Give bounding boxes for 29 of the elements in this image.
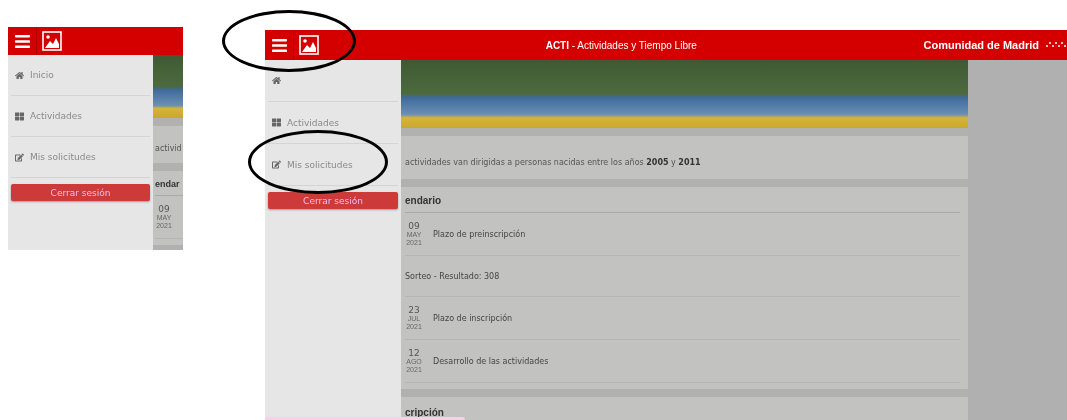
menu-icon [13, 32, 31, 50]
edit-icon [272, 160, 281, 169]
intro-text: actividades van dirigidas a personas nacidas entre los años 2005 y 2011 [405, 158, 702, 167]
event-label: Plazo de inscripción [433, 313, 513, 323]
home-icon [15, 70, 24, 80]
region-logo-icon [1045, 41, 1067, 49]
app-title: ACTI - Actividades y Tiempo Libre [544, 39, 698, 51]
menu-icon [270, 36, 288, 54]
intro-text: activid [155, 144, 181, 153]
calendar-heading: endar [155, 171, 183, 196]
menu-item[interactable]: Actividades [11, 96, 150, 137]
image-icon [299, 35, 319, 55]
menu-item[interactable]: Actividades [268, 102, 398, 144]
event-label: Desarrollo de las actividades [433, 356, 549, 366]
grid-icon [272, 118, 281, 127]
photo-placeholder [153, 55, 183, 118]
edit-icon [15, 152, 24, 162]
image-icon [42, 31, 62, 51]
calendar-heading: endario [405, 187, 960, 213]
brand-name: Comunidad de Madrid [923, 39, 1039, 51]
event-label: Plazo de preinscripción [433, 229, 526, 239]
logout-button[interactable]: Cerrar sesión [11, 184, 150, 201]
event-label: Sorteo - Resultado: 308 [405, 271, 500, 281]
menu-item[interactable]: Inicio [11, 55, 150, 96]
grid-icon [15, 111, 24, 121]
menu-item[interactable]: Mis solicitudes [11, 137, 150, 178]
menu-item[interactable]: Mis solicitudes [268, 144, 398, 186]
home-icon [272, 76, 281, 85]
logout-button[interactable]: Cerrar sesión [268, 192, 398, 209]
